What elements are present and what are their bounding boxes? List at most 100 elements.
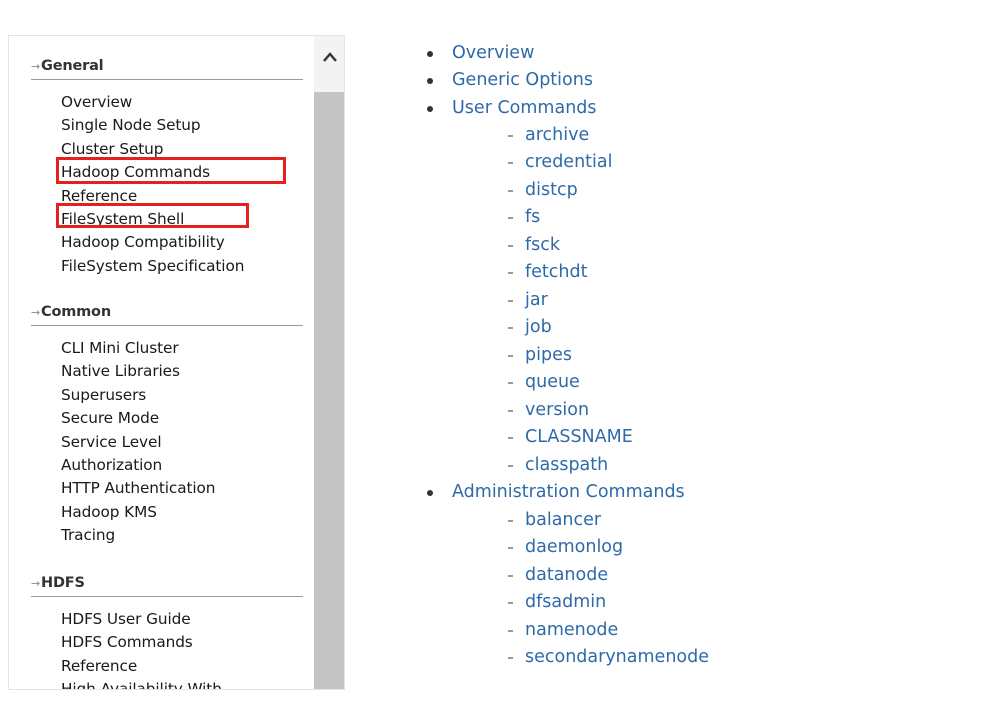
toc-subitem: queue [412, 369, 992, 397]
toc-link-pipes[interactable]: pipes [525, 345, 572, 365]
toc-link-datanode[interactable]: datanode [525, 565, 608, 585]
sidebar-content: →General Overview Single Node Setup Clus… [9, 36, 314, 689]
toc-link-classname[interactable]: CLASSNAME [525, 427, 633, 447]
sidebar-item-hadoop-compatibility[interactable]: Hadoop Compatibility [61, 231, 303, 254]
highlight-box-hadoop-commands [56, 157, 286, 184]
sidebar-item-hadoop-kms[interactable]: Hadoop KMS [61, 501, 303, 524]
toc-subitem: version [412, 397, 992, 425]
sidebar-item-tracing[interactable]: Tracing [61, 524, 303, 547]
sidebar-item-overview[interactable]: Overview [61, 91, 303, 114]
page: →General Overview Single Node Setup Clus… [0, 0, 1007, 725]
section-header-hdfs[interactable]: →HDFS [31, 573, 303, 597]
bullet-icon [427, 490, 433, 497]
toc-subitem: pipes [412, 342, 992, 370]
square-bullet-icon [508, 464, 513, 467]
toc-link-fs[interactable]: fs [525, 207, 540, 227]
sidebar-item-native-libraries[interactable]: Native Libraries [61, 360, 303, 383]
sidebar-item-hdfs-user-guide[interactable]: HDFS User Guide [61, 608, 303, 631]
toc-item: Administration Commands balancer daemonl… [412, 479, 992, 671]
toc-link-namenode[interactable]: namenode [525, 620, 618, 640]
toc-link-user-commands[interactable]: User Commands [452, 98, 597, 118]
sidebar-item-secure-mode[interactable]: Secure Mode [61, 407, 303, 430]
sidebar-item-reference[interactable]: Reference [61, 655, 303, 678]
scroll-up-button[interactable] [314, 36, 344, 78]
toc-subitem: datanode [412, 562, 992, 590]
toc-link-archive[interactable]: archive [525, 125, 589, 145]
toc-link-credential[interactable]: credential [525, 152, 612, 172]
square-bullet-icon [508, 354, 513, 357]
section-title: HDFS [41, 575, 85, 591]
toc-subitem: namenode [412, 617, 992, 645]
square-bullet-icon [508, 519, 513, 522]
toc-link-classpath[interactable]: classpath [525, 455, 608, 475]
toc-link-balancer[interactable]: balancer [525, 510, 601, 530]
sidebar-item-hdfs-commands[interactable]: HDFS Commands [61, 631, 303, 654]
section-header-general[interactable]: →General [31, 56, 303, 80]
square-bullet-icon [508, 299, 513, 302]
sidebar-item-single-node-setup[interactable]: Single Node Setup [61, 114, 303, 137]
toc-subitem: archive [412, 122, 992, 150]
main-content: Overview Generic Options User Commands a… [412, 40, 992, 672]
arrow-right-icon: → [31, 60, 41, 73]
toc-subitem: daemonlog [412, 534, 992, 562]
toc-link-queue[interactable]: queue [525, 372, 580, 392]
square-bullet-icon [508, 134, 513, 137]
square-bullet-icon [508, 602, 513, 605]
bullet-icon [427, 105, 433, 112]
toc-subitem: job [412, 314, 992, 342]
toc-link-jar[interactable]: jar [525, 290, 548, 310]
square-bullet-icon [508, 162, 513, 165]
toc-link-administration-commands[interactable]: Administration Commands [452, 482, 685, 502]
toc-link-fetchdt[interactable]: fetchdt [525, 262, 587, 282]
toc-link-distcp[interactable]: distcp [525, 180, 578, 200]
toc-subitem: fetchdt [412, 259, 992, 287]
chevron-up-icon [322, 52, 337, 62]
toc-list: Overview Generic Options User Commands a… [412, 40, 992, 672]
toc-subitem: distcp [412, 177, 992, 205]
square-bullet-icon [508, 409, 513, 412]
square-bullet-icon [508, 189, 513, 192]
square-bullet-icon [508, 382, 513, 385]
sidebar-item-authorization[interactable]: Authorization [61, 454, 303, 477]
sidebar-item-filesystem-specification[interactable]: FileSystem Specification [61, 255, 303, 278]
sidebar-item-http-authentication[interactable]: HTTP Authentication [61, 477, 303, 500]
section-title: General [41, 58, 104, 74]
sidebar-item-high-availability-with[interactable]: High Availability With [61, 678, 303, 689]
toc-link-fsck[interactable]: fsck [525, 235, 560, 255]
toc-sublist-administration-commands: balancer daemonlog datanode dfsadmin nam… [412, 507, 992, 672]
toc-subitem: fs [412, 204, 992, 232]
toc-subitem: credential [412, 149, 992, 177]
sidebar-scrollbar[interactable] [314, 36, 344, 689]
toc-link-generic-options[interactable]: Generic Options [452, 70, 593, 90]
toc-link-daemonlog[interactable]: daemonlog [525, 537, 623, 557]
sidebar-section-hdfs: →HDFS HDFS User Guide HDFS Commands Refe… [31, 573, 303, 689]
highlight-box-filesystem-shell [56, 203, 249, 228]
square-bullet-icon [508, 574, 513, 577]
square-bullet-icon [508, 272, 513, 275]
bullet-icon [427, 78, 433, 85]
toc-link-overview[interactable]: Overview [452, 43, 534, 63]
toc-subitem: jar [412, 287, 992, 315]
sidebar-list-common: CLI Mini Cluster Native Libraries Superu… [31, 337, 303, 548]
toc-link-version[interactable]: version [525, 400, 589, 420]
toc-item: User Commands archive credential distcp … [412, 95, 992, 480]
toc-item: Overview [412, 40, 992, 67]
toc-subitem: CLASSNAME [412, 424, 992, 452]
toc-link-secondarynamenode[interactable]: secondarynamenode [525, 647, 709, 667]
scroll-thumb[interactable] [314, 92, 344, 689]
section-title: Common [41, 304, 111, 320]
square-bullet-icon [508, 244, 513, 247]
toc-subitem: dfsadmin [412, 589, 992, 617]
sidebar-nav: →General Overview Single Node Setup Clus… [8, 35, 345, 690]
square-bullet-icon [508, 437, 513, 440]
section-header-common[interactable]: →Common [31, 302, 303, 326]
toc-subitem: balancer [412, 507, 992, 535]
toc-subitem: secondarynamenode [412, 644, 992, 672]
toc-item: Generic Options [412, 67, 992, 94]
square-bullet-icon [508, 327, 513, 330]
toc-link-dfsadmin[interactable]: dfsadmin [525, 592, 606, 612]
sidebar-item-superusers[interactable]: Superusers [61, 384, 303, 407]
toc-link-job[interactable]: job [525, 317, 552, 337]
sidebar-item-service-level[interactable]: Service Level [61, 431, 303, 454]
sidebar-item-cli-mini-cluster[interactable]: CLI Mini Cluster [61, 337, 303, 360]
